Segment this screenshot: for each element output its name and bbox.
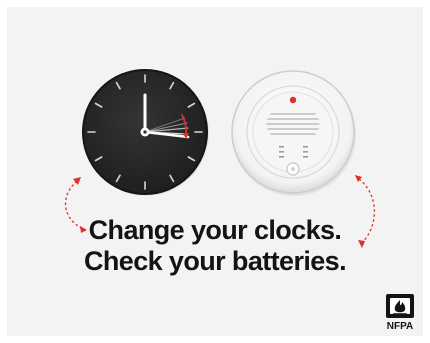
clock-icon [82,69,209,196]
nfpa-flame-logo-icon: NFPA [386,294,414,332]
poster: Change your clocks. Check your batteries… [7,7,423,336]
nfpa-logo-text: NFPA [387,321,413,331]
smoke-alarm-icon [231,70,356,196]
nfpa-logo: NFPA [383,293,417,332]
headline-line-2: Check your batteries. [83,246,347,276]
headline-line-1: Change your clocks. [88,215,342,245]
alarm-indicator-light [289,96,297,104]
poster-artwork [64,69,375,248]
